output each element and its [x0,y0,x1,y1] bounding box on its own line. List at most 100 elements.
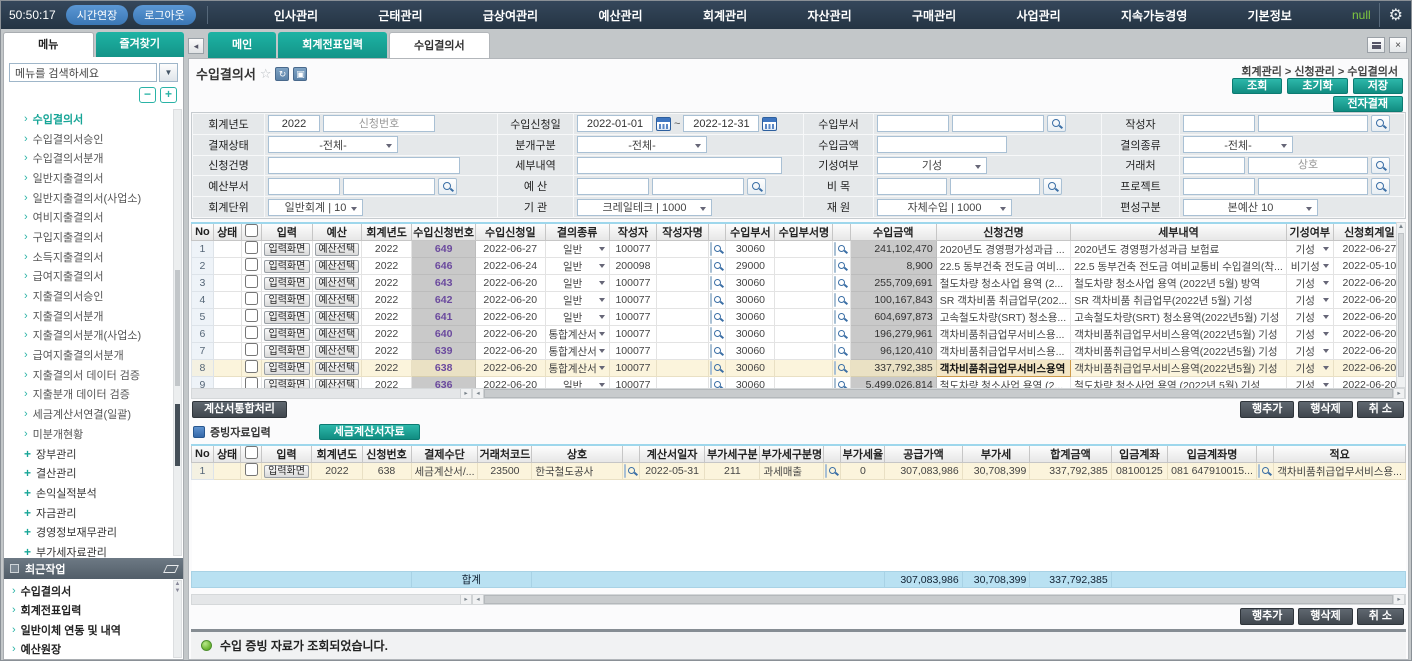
top-menu-item[interactable]: 예산관리 [598,7,642,24]
top-menu-item[interactable]: 회계관리 [703,7,747,24]
writer-code-input[interactable] [1183,115,1255,132]
select-all-checkbox[interactable] [245,446,258,459]
tab-journal-entry[interactable]: 회계전표입력 [278,32,387,58]
scrollbar-thumb[interactable] [1398,233,1404,377]
budget-select-button[interactable]: 예산선택 [315,260,359,274]
search-icon[interactable] [438,178,457,195]
date-to-input[interactable] [683,115,759,132]
new-window-icon[interactable]: ▣ [293,67,307,81]
table-row[interactable]: 1 입력화면 예산선택 2022 649 2022-06-27 일반 1 [192,241,1406,258]
tax-invoice-button[interactable]: 세금계산서자료 [319,424,420,440]
request-title-input[interactable] [268,157,460,174]
input-screen-button[interactable]: 입력화면 [264,311,310,325]
favorite-star-icon[interactable]: ☆ [260,66,272,82]
row-checkbox[interactable] [245,258,258,271]
cell-title[interactable]: 고속철도차량(SRT) 청소용... [936,309,1070,326]
table-row[interactable]: 1 입력화면 2022 638 세금계산서/... 23500 한국철도공사 [192,463,1406,480]
giseong-cell-select[interactable]: 기성 [1286,326,1333,343]
menu-tree-item[interactable]: › 지출분개 데이터 검증 [16,385,173,405]
table-row[interactable]: 8 입력화면 예산선택 2022 638 2022-06-20 통합계산서 [192,360,1406,377]
search-icon[interactable] [747,178,766,195]
search-icon[interactable] [1371,157,1390,174]
row-checkbox[interactable] [245,326,258,339]
bimok-code-input[interactable] [877,178,947,195]
cancel-button[interactable]: 취 소 [1357,401,1404,418]
search-icon[interactable] [834,361,836,375]
income-dept-name-input[interactable] [952,115,1044,132]
search-icon[interactable] [1371,115,1390,132]
bimok-name-input[interactable] [950,178,1040,195]
cell-title[interactable]: 철도차량 청소사업 용역 (2... [936,377,1070,388]
row-checkbox[interactable] [245,343,258,356]
search-icon[interactable] [1043,178,1062,195]
cancel-button[interactable]: 취 소 [1357,608,1404,625]
org-select[interactable]: 크레일테크 | 1000 [577,199,712,216]
date-from-input[interactable] [577,115,653,132]
row-checkbox[interactable] [245,275,258,288]
gear-icon[interactable]: ⚙ [1379,3,1411,27]
top-menu-item[interactable]: 기본정보 [1248,7,1292,24]
search-icon[interactable] [834,242,836,256]
decision-type-cell-select[interactable]: 일반 [545,292,609,309]
search-icon[interactable] [825,464,827,478]
tab-income-decision[interactable]: 수입결의서 [389,32,490,58]
delete-row-button[interactable]: 행삭제 [1298,401,1352,418]
tab-main[interactable]: 메인 [208,32,276,58]
menu-tree-item[interactable]: › 급여지출결의서분개 [16,345,173,365]
menu-tree-item[interactable]: › 소득지출결의서 [16,247,173,267]
scroll-up-icon[interactable]: ▲ [1398,223,1404,230]
scroll-up-icon[interactable]: ▲ [175,581,181,587]
recent-work-item[interactable]: › 수입결의서 [12,581,179,601]
cell-title[interactable]: 철도차량 청소사업 용역 (2... [936,275,1070,292]
menu-tree-item[interactable]: + 부가세자료관리 [16,542,173,558]
budget-select-button[interactable]: 예산선택 [315,311,359,325]
menu-tree-item[interactable]: › 지출결의서 데이터 검증 [16,365,173,385]
search-icon[interactable] [834,327,836,341]
row-checkbox[interactable] [245,241,258,254]
top-menu-item[interactable]: 급상여관리 [483,7,538,24]
top-menu-item[interactable]: 지속가능경영 [1121,7,1187,24]
menu-tree-item[interactable]: + 결산관리 [16,463,173,483]
input-screen-button[interactable]: 입력화면 [264,294,310,308]
decision-type-cell-select[interactable]: 일반 [545,258,609,275]
menu-tree-item[interactable]: › 일반지출결의서(사업소) [16,188,173,208]
recent-work-item[interactable]: › 회계전표입력 [12,601,179,621]
search-icon[interactable] [1258,464,1260,478]
tree-scrollbar[interactable] [173,109,182,556]
grid2-horizontal-scrollbar[interactable]: ▸ ◂ ▸ [191,594,1406,605]
cell-title[interactable]: 객차비품취급업무서비스용... [936,326,1070,343]
table-row[interactable]: 7 입력화면 예산선택 2022 639 2022-06-20 통합계산서 [192,343,1406,360]
menu-tree-item[interactable]: › 지출결의서승인 [16,286,173,306]
account-unit-select[interactable]: 일반회계 | 10 [268,199,363,216]
search-icon[interactable] [710,361,712,375]
tab-favorites[interactable]: 즐겨찾기 [96,32,185,57]
search-icon[interactable] [710,276,712,290]
fiscal-year-input[interactable] [268,115,320,132]
search-icon[interactable] [834,344,836,358]
search-icon[interactable] [834,310,836,324]
row-checkbox[interactable] [245,292,258,305]
tab-list-button[interactable] [1367,37,1385,53]
search-icon[interactable] [710,293,712,307]
scroll-down-icon[interactable]: ▼ [175,588,181,594]
giseong-cell-select[interactable]: 기성 [1286,377,1333,388]
row-checkbox[interactable] [245,309,258,322]
budget-select-button[interactable]: 예산선택 [315,328,359,342]
menu-search-input[interactable]: 메뉴를 검색하세요 [9,63,157,82]
menu-tree-item[interactable]: › 지출결의서분개(사업소) [16,326,173,346]
giseong-cell-select[interactable]: 기성 [1286,309,1333,326]
table-row[interactable]: 2 입력화면 예산선택 2022 646 2022-06-24 일반 2 [192,258,1406,275]
search-icon[interactable] [710,310,712,324]
cell-title[interactable]: 2020년도 경영평가성과급 ... [936,241,1070,258]
tree-scrollbar-thumb[interactable] [175,270,180,386]
giseong-select[interactable]: 기성 [877,157,987,174]
fund-select[interactable]: 자체수입 | 1000 [877,199,1012,216]
invoice-merge-button[interactable]: 계산서통합처리 [192,401,287,418]
budget-dept-name-input[interactable] [343,178,435,195]
extend-time-button[interactable]: 시간연장 [66,5,128,25]
tab-scroll-left-button[interactable]: ◂ [188,38,204,54]
reset-button[interactable]: 초기화 [1287,78,1347,94]
query-button[interactable]: 조회 [1232,78,1282,94]
budget-select-button[interactable]: 예산선택 [315,362,359,376]
input-screen-button[interactable]: 입력화면 [264,260,310,274]
